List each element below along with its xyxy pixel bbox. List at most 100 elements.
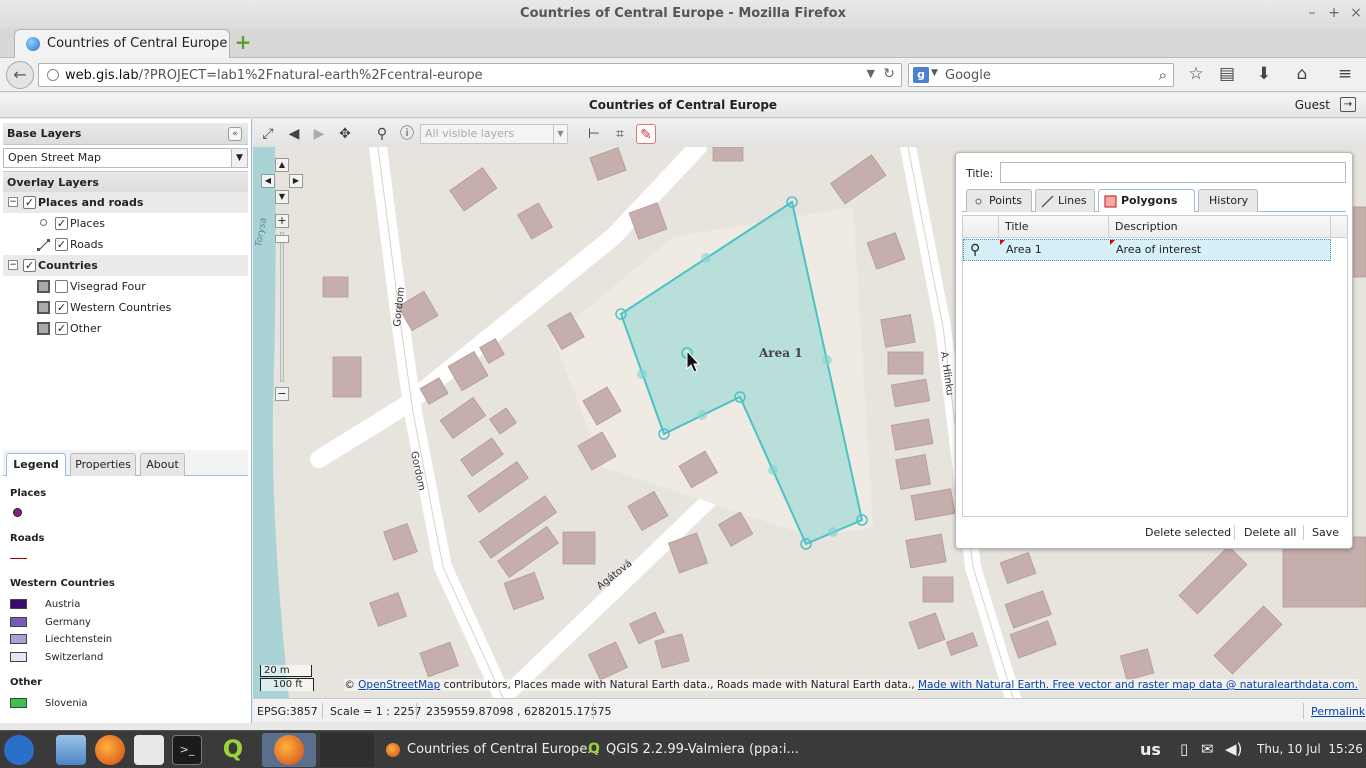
zoom-in-icon[interactable]: + xyxy=(275,214,289,228)
collapse-icon[interactable]: − xyxy=(8,260,18,270)
chevron-down-icon[interactable]: ▼ xyxy=(553,125,567,143)
downloads-icon[interactable]: ⬇ xyxy=(1252,62,1276,86)
firefox-icon[interactable] xyxy=(95,735,125,765)
tree-item-places[interactable]: ✓ Places xyxy=(3,213,248,234)
pan-left-icon[interactable]: ◀ xyxy=(261,174,275,188)
search-placeholder[interactable]: Google xyxy=(945,68,991,83)
measure-area-icon[interactable]: ⌗ xyxy=(610,124,630,144)
reload-icon[interactable]: ↻ xyxy=(883,66,895,82)
bookmark-star-icon[interactable]: ☆ xyxy=(1184,62,1208,86)
files-icon[interactable] xyxy=(56,735,86,765)
tree-item-western-countries[interactable]: ✓ Western Countries xyxy=(3,297,248,318)
pan-right-icon[interactable]: ▶ xyxy=(289,174,303,188)
launcher-icon[interactable] xyxy=(4,735,34,765)
grid-header-description[interactable]: Description xyxy=(1109,216,1331,238)
bookmarks-list-icon[interactable]: ▤ xyxy=(1215,62,1239,86)
measure-length-icon[interactable]: ⊢ xyxy=(584,124,604,144)
tab-legend[interactable]: Legend xyxy=(6,453,66,476)
home-icon[interactable]: ⌂ xyxy=(1290,62,1314,86)
pan-down-icon[interactable]: ▼ xyxy=(275,190,289,204)
next-view-icon[interactable]: ▶ xyxy=(309,124,329,144)
tab-about[interactable]: About xyxy=(140,453,185,476)
firefox-icon[interactable] xyxy=(274,735,304,765)
pan-up-icon[interactable]: ▲ xyxy=(275,158,289,172)
taskbar-app-qgis[interactable]: QGIS 2.2.99-Valmiera (ppa:i... xyxy=(606,731,799,768)
zoom-slider-handle[interactable] xyxy=(275,235,289,243)
features-grid: Title Description ⚲ Area 1 Area of inter… xyxy=(962,215,1348,517)
zoom-slider[interactable] xyxy=(280,232,284,382)
clock[interactable]: Thu, 10 Jul 15:26 xyxy=(1257,742,1363,756)
tab-polygons[interactable]: Polygons xyxy=(1098,189,1195,212)
tab-properties[interactable]: Properties xyxy=(70,453,136,476)
menu-icon[interactable]: ≡ xyxy=(1333,62,1357,86)
qgis-icon[interactable]: Q xyxy=(218,735,248,765)
pan-icon[interactable]: ✥ xyxy=(335,124,355,144)
zoom-extent-icon[interactable]: ⤢ xyxy=(258,124,278,144)
text-editor-icon[interactable] xyxy=(134,735,164,765)
previous-view-icon[interactable]: ◀ xyxy=(284,124,304,144)
tree-item-roads[interactable]: ✓ Roads xyxy=(3,234,248,255)
tree-group-countries[interactable]: − ✓ Countries xyxy=(3,255,248,276)
tree-item-visegrad-four[interactable]: Visegrad Four xyxy=(3,276,248,297)
battery-icon[interactable]: ▯ xyxy=(1180,740,1188,758)
identify-icon[interactable]: ⓘ xyxy=(397,124,417,144)
chevron-down-icon[interactable]: ▼ xyxy=(231,149,247,167)
tab-points[interactable]: Points xyxy=(966,189,1032,212)
tree-item-other[interactable]: ✓ Other xyxy=(3,318,248,339)
login-icon[interactable]: → xyxy=(1340,97,1356,112)
tab-label: About xyxy=(146,458,179,471)
search-features-icon[interactable]: ⚲ xyxy=(372,124,392,144)
browser-tab[interactable]: Countries of Central Europe xyxy=(14,29,230,58)
url-bar[interactable]: web.gis.lab/?PROJECT=lab1%2Fnatural-eart… xyxy=(38,63,902,87)
grid-header-title[interactable]: Title xyxy=(999,216,1109,238)
taskbar-app-firefox[interactable]: Countries of Central Europe... xyxy=(407,731,600,768)
draw-pencil-icon[interactable]: ✎ xyxy=(636,124,656,144)
checkbox[interactable]: ✓ xyxy=(55,322,68,335)
table-row[interactable]: ⚲ Area 1 Area of interest xyxy=(963,239,1331,261)
layer-filter-value[interactable]: All visible layers xyxy=(425,127,514,140)
zoom-out-icon[interactable]: − xyxy=(275,387,289,401)
title-input[interactable] xyxy=(1000,162,1346,183)
natural-earth-link[interactable]: Made with Natural Earth. Free vector and… xyxy=(918,679,1358,691)
layer-filter-select[interactable]: All visible layers ▼ xyxy=(420,124,568,144)
keyboard-layout[interactable]: us xyxy=(1140,740,1161,759)
search-bar[interactable]: g ▼ Google ⌕ xyxy=(908,63,1174,87)
close-icon[interactable]: × xyxy=(1346,0,1366,28)
tree-group-places-and-roads[interactable]: − ✓ Places and roads xyxy=(3,192,248,213)
checkbox[interactable] xyxy=(55,280,68,293)
terminal-icon[interactable]: >_ xyxy=(172,735,202,765)
minimize-icon[interactable]: – xyxy=(1302,0,1322,28)
osm-link[interactable]: OpenStreetMap xyxy=(358,679,440,691)
delete-all-button[interactable]: Delete all xyxy=(1244,524,1297,542)
url-text[interactable]: web.gis.lab/?PROJECT=lab1%2Fnatural-eart… xyxy=(65,68,483,83)
google-icon[interactable]: g xyxy=(913,67,929,83)
search-engine-dropdown-icon[interactable]: ▼ xyxy=(931,68,938,78)
maximize-icon[interactable]: + xyxy=(1324,0,1344,28)
site-info-icon[interactable] xyxy=(47,69,59,81)
url-dropdown-icon[interactable]: ▼ xyxy=(867,67,875,80)
tab-history[interactable]: History xyxy=(1198,189,1258,212)
mail-icon[interactable]: ✉ xyxy=(1201,740,1214,758)
collapse-icon[interactable]: − xyxy=(8,197,18,207)
collapse-panel-icon[interactable]: « xyxy=(228,127,242,141)
delete-selected-button[interactable]: Delete selected xyxy=(1145,524,1231,542)
tab-lines[interactable]: Lines xyxy=(1035,189,1095,212)
volume-icon[interactable]: ◀) xyxy=(1225,740,1242,758)
checkbox[interactable]: ✓ xyxy=(55,217,68,230)
row-description[interactable]: Area of interest xyxy=(1110,240,1201,260)
checkbox[interactable]: ✓ xyxy=(23,259,36,272)
zoom-to-feature-icon[interactable]: ⚲ xyxy=(970,242,980,258)
checkbox[interactable]: ✓ xyxy=(55,238,68,251)
checkbox[interactable]: ✓ xyxy=(23,196,36,209)
base-layer-select[interactable]: Open Street Map ▼ xyxy=(3,148,248,168)
permalink-link[interactable]: Permalink xyxy=(1311,705,1365,718)
search-icon[interactable]: ⌕ xyxy=(1159,66,1167,84)
row-title[interactable]: Area 1 xyxy=(1000,240,1042,260)
back-button[interactable]: ← xyxy=(6,61,34,89)
base-layer-value[interactable]: Open Street Map xyxy=(8,151,101,164)
checkbox[interactable]: ✓ xyxy=(55,301,68,314)
save-button[interactable]: Save xyxy=(1312,524,1339,542)
empty-workspace[interactable] xyxy=(320,733,374,767)
legend-label: Slovenia xyxy=(45,698,88,709)
new-tab-icon[interactable]: + xyxy=(234,32,252,52)
